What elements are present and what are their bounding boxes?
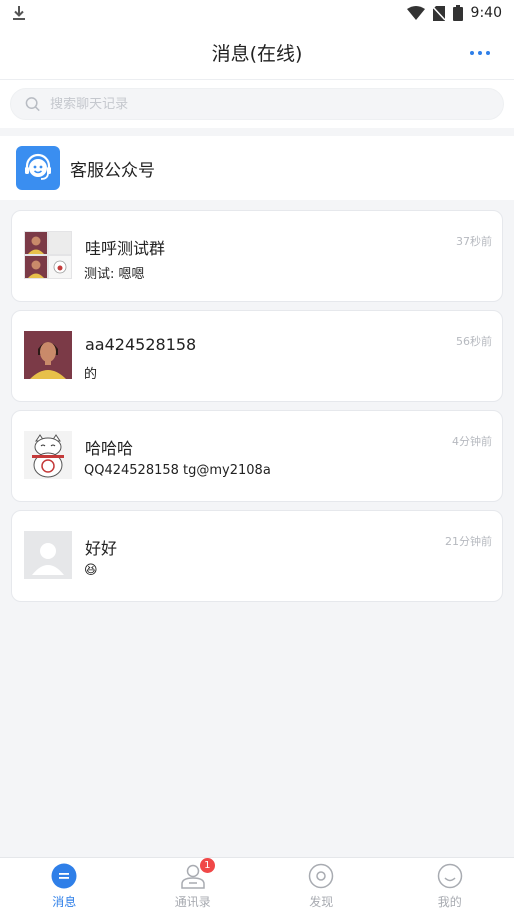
service-account-label: 客服公众号 [70,160,155,181]
chat-name: 哇呼测试群 [85,239,166,258]
chat-time: 56秒前 [456,335,492,348]
chat-item-user[interactable]: aa424528158 的 56秒前 [11,310,503,402]
search-input[interactable] [50,96,489,112]
more-dot-icon [486,50,490,55]
group-avatar [24,231,72,279]
wifi-icon [406,6,425,20]
nav-label: 发现 [309,895,334,909]
chat-time: 37秒前 [456,235,492,248]
default-avatar-icon [24,531,72,579]
nav-label: 通讯录 [174,895,211,909]
chat-preview-emoji: 😆 [84,563,98,578]
status-time: 9:40 [470,5,502,21]
chat-preview: 测试: 嗯嗯 [84,267,145,282]
chat-time: 4分钟前 [452,435,492,448]
nav-label: 我的 [437,895,462,909]
search-box[interactable] [10,88,504,120]
chat-preview: 的 [84,367,98,382]
service-account-row[interactable]: 客服公众号 [0,136,514,200]
profile-icon [437,863,463,889]
message-icon [51,863,77,889]
page-title: 消息(在线) [211,43,303,65]
chat-time: 21分钟前 [445,535,492,548]
battery-icon [452,5,463,21]
search-bar [0,80,514,128]
nav-tab-discover[interactable]: 发现 [257,858,386,915]
title-bar: 消息(在线) [0,26,514,80]
nav-tab-contacts[interactable]: 1 通讯录 [129,858,258,915]
discover-icon [308,863,334,889]
nav-tab-profile[interactable]: 我的 [386,858,514,915]
chat-preview: QQ424528158 tg@my2108a [84,463,271,478]
chat-item-user[interactable]: 哈哈哈 QQ424528158 tg@my2108a 4分钟前 [11,410,503,502]
chat-item-user[interactable]: 好好 😆 21分钟前 [11,510,503,602]
nav-label: 消息 [52,895,77,909]
bottom-nav: 消息 1 通讯录 发现 我的 [0,857,514,915]
more-dot-icon [478,50,482,55]
chat-name: 哈哈哈 [85,439,134,458]
lucky-cat-avatar [24,431,72,479]
customer-service-icon [16,146,60,190]
nav-tab-messages[interactable]: 消息 [0,858,129,915]
chat-name: aa424528158 [85,335,197,354]
download-icon [13,6,25,20]
chat-item-group[interactable]: 哇呼测试群 测试: 嗯嗯 37秒前 [11,210,503,302]
contacts-icon: 1 [180,858,215,889]
chat-name: 好好 [85,539,118,558]
more-dot-icon [470,50,474,55]
no-sim-icon [432,5,445,21]
status-bar: 9:40 [0,0,514,26]
user-avatar [24,331,72,379]
contacts-badge: 1 [199,858,215,873]
search-icon [25,97,40,112]
more-options-button[interactable] [470,50,490,55]
